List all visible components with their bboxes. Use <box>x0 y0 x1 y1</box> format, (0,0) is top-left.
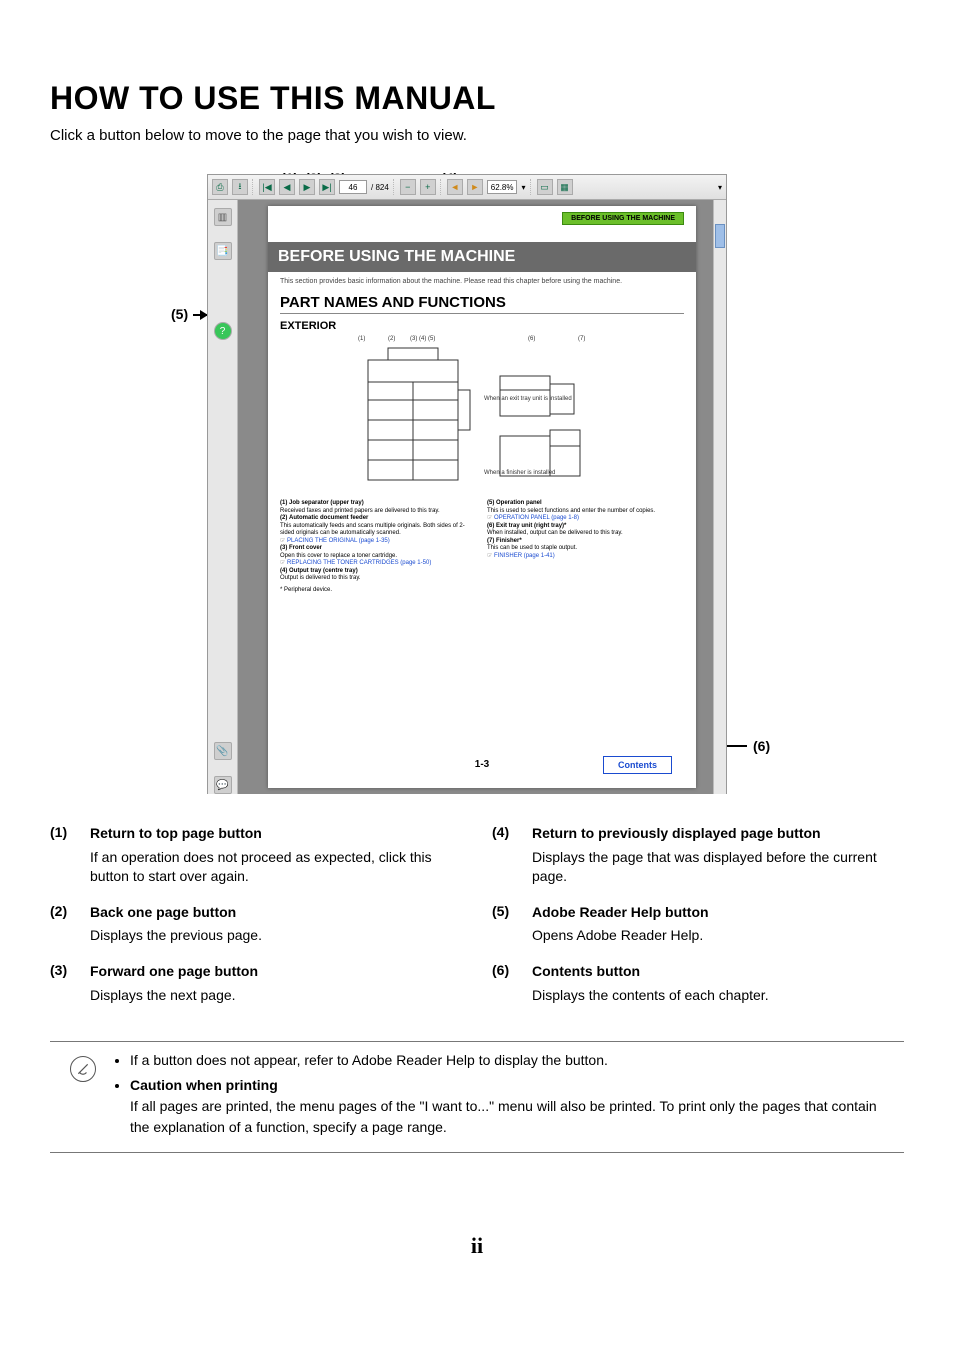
nav-fwd-icon[interactable]: ▶ <box>299 179 315 195</box>
reader-screenshot: (1) (2) (3) (4) (5) (6) ⎙ ⭳ |◀ ◀ ▶ ▶| <box>197 174 757 794</box>
desc-num: (5) <box>492 903 518 946</box>
parts-list: (1) Job separator (upper tray)Received f… <box>280 500 684 583</box>
button-descriptions: (1) Return to top page button If an oper… <box>50 824 904 1021</box>
desc-num: (2) <box>50 903 76 946</box>
callout-6: (6) <box>753 738 770 754</box>
attach-panel-icon[interactable]: 📎 <box>214 742 232 760</box>
desc-body: Displays the contents of each chapter. <box>532 986 769 1006</box>
view-next-icon[interactable]: ► <box>467 179 483 195</box>
desc-head: Return to top page button <box>90 824 462 844</box>
section-h2: PART NAMES AND FUNCTIONS <box>280 294 684 314</box>
note-box: If a button does not appear, refer to Ad… <box>50 1041 904 1153</box>
nav-back-icon[interactable]: ◀ <box>279 179 295 195</box>
zoom-in-icon[interactable]: + <box>420 179 436 195</box>
fit-page-icon[interactable]: ▭ <box>537 179 553 195</box>
page-number-total: / 824 <box>371 183 389 192</box>
note-bullet: If a button does not appear, refer to Ad… <box>130 1050 900 1071</box>
desc-head: Forward one page button <box>90 962 258 982</box>
reader-sidepanel: ▥ 📑 ? 📎 💬 <box>208 200 238 794</box>
desc-num: (1) <box>50 824 76 887</box>
comments-panel-icon[interactable]: 💬 <box>214 776 232 794</box>
printer-diagram: (1) (2) (3) (4) (5) (6) (7) <box>288 336 676 496</box>
desc-num: (4) <box>492 824 518 887</box>
note-icon <box>70 1056 96 1082</box>
help-icon[interactable]: ? <box>214 322 232 340</box>
desc-head: Return to previously displayed page butt… <box>532 824 904 844</box>
desc-body: If an operation does not proceed as expe… <box>90 848 462 887</box>
desc-body: Opens Adobe Reader Help. <box>532 926 709 946</box>
nav-first-icon[interactable]: |◀ <box>259 179 275 195</box>
view-prev-icon[interactable]: ◄ <box>447 179 463 195</box>
footer-page-number: ii <box>50 1233 904 1259</box>
contents-button[interactable]: Contents <box>603 756 672 774</box>
desc-num: (3) <box>50 962 76 1005</box>
nav-last-icon[interactable]: ▶| <box>319 179 335 195</box>
note-bullet: Caution when printing If all pages are p… <box>130 1075 900 1138</box>
print-icon[interactable]: ⎙ <box>212 179 228 195</box>
callout-5: (5) <box>171 306 188 322</box>
section-subtext: This section provides basic information … <box>280 278 684 286</box>
manual-inner-page: BEFORE USING THE MACHINE BEFORE USING TH… <box>268 206 696 788</box>
zoom-level[interactable]: 62.8% <box>487 180 518 194</box>
fit-width-icon[interactable]: ▦ <box>557 179 573 195</box>
desc-body: Displays the previous page. <box>90 926 262 946</box>
chapter-tab: BEFORE USING THE MACHINE <box>562 212 684 225</box>
desc-head: Back one page button <box>90 903 262 923</box>
peripheral-note: * Peripheral device. <box>280 587 684 593</box>
reader-page-view: BEFORE USING THE MACHINE BEFORE USING TH… <box>238 200 726 794</box>
section-banner: BEFORE USING THE MACHINE <box>268 242 696 272</box>
save-icon[interactable]: ⭳ <box>232 179 248 195</box>
pages-panel-icon[interactable]: ▥ <box>214 208 232 226</box>
desc-head: Contents button <box>532 962 769 982</box>
desc-body: Displays the page that was displayed bef… <box>532 848 904 887</box>
desc-head: Adobe Reader Help button <box>532 903 709 923</box>
scrollbar[interactable] <box>713 200 726 794</box>
desc-body: Displays the next page. <box>90 986 258 1006</box>
bookmarks-panel-icon[interactable]: 📑 <box>214 242 232 260</box>
section-h3: EXTERIOR <box>280 320 684 332</box>
page-number-current[interactable]: 46 <box>339 180 367 194</box>
desc-num: (6) <box>492 962 518 1005</box>
page-title: HOW TO USE THIS MANUAL <box>50 80 904 117</box>
intro-text: Click a button below to move to the page… <box>50 127 904 144</box>
reader-toolbar: ⎙ ⭳ |◀ ◀ ▶ ▶| 46 / 824 − + ◄ ► 62.8% ▾ ▭… <box>208 175 726 200</box>
zoom-out-icon[interactable]: − <box>400 179 416 195</box>
